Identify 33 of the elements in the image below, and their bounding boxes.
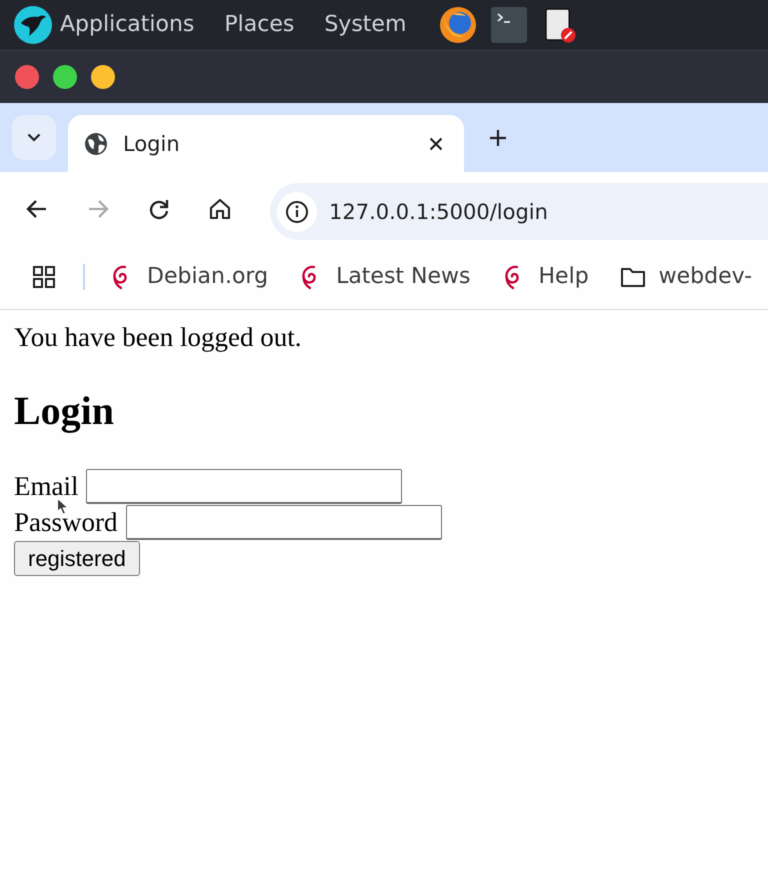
chevron-down-icon [27, 133, 41, 142]
apps-grid-icon[interactable] [33, 266, 55, 288]
address-bar[interactable]: 127.0.0.1:5000/login [270, 183, 768, 240]
bird-logo-icon[interactable] [14, 6, 52, 44]
bookmark-item[interactable]: Debian.org [110, 263, 268, 291]
terminal-icon[interactable] [491, 7, 528, 43]
input-field[interactable] [126, 505, 442, 540]
window-control-icon[interactable] [15, 65, 39, 89]
bookmark-item[interactable]: Help [502, 263, 589, 291]
window-control-icon[interactable] [91, 65, 115, 89]
home-icon[interactable] [208, 196, 232, 220]
tab-title: Login [123, 132, 181, 156]
page-heading: Login [14, 388, 116, 433]
field-label: Email [14, 473, 78, 500]
url-text: 127.0.0.1:5000/login [329, 200, 548, 224]
globe-icon [84, 132, 108, 156]
field-label: Password [14, 509, 118, 536]
folder-icon [620, 266, 646, 288]
submit-button[interactable]: registered [14, 541, 140, 576]
info-icon[interactable] [277, 192, 317, 232]
panel-menu[interactable]: Applications [60, 11, 194, 39]
close-icon[interactable] [429, 136, 443, 150]
panel-menu[interactable]: Places [224, 11, 294, 39]
fox-globe-icon[interactable] [439, 6, 478, 44]
new-tab-icon[interactable] [489, 129, 507, 147]
logout-message: You have been logged out. [14, 322, 302, 353]
browser-tab[interactable]: Login [68, 115, 464, 172]
bookmark-item[interactable]: Latest News [299, 263, 470, 291]
window-control-icon[interactable] [53, 65, 77, 89]
input-field[interactable] [86, 469, 402, 504]
bookmark-item[interactable]: webdev- [620, 263, 752, 291]
document-blocked-icon[interactable] [545, 8, 576, 42]
panel-menu[interactable]: System [324, 11, 406, 39]
